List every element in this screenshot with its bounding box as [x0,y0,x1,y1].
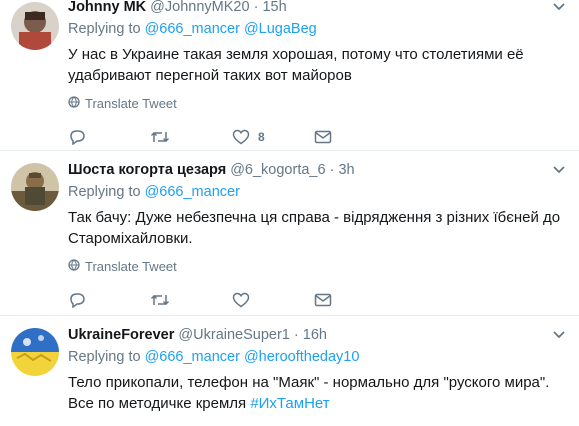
display-name[interactable]: UkraineForever [68,327,174,343]
retweet-button[interactable] [150,292,232,308]
display-name[interactable]: Johnny MK [68,0,146,15]
tweet-text: У нас в Украине такая земля хорошая, пот… [68,44,569,86]
tweet-actions [68,290,569,310]
translate-label[interactable]: Translate Tweet [85,259,177,274]
timestamp[interactable]: 3h [338,162,354,178]
tweet[interactable]: UkraineForever @UkraineSuper1 · 16h Repl… [0,316,579,426]
tweet-body: Так бачу: Дуже небезпечна ця справа - ві… [68,209,561,247]
avatar[interactable] [11,328,59,376]
like-count: 8 [258,130,265,144]
chevron-down-icon[interactable] [553,163,565,177]
reply-icon [68,292,86,308]
envelope-icon [314,130,332,144]
mention-link[interactable]: @heroo​ftheday10 [244,349,360,365]
timestamp[interactable]: 15h [262,0,286,15]
retweet-icon [150,129,170,145]
replying-to-label: Replying to [68,184,141,200]
user-handle[interactable]: @UkraineSuper1 [178,327,289,343]
tweet-text: Так бачу: Дуже небезпечна ця справа - ві… [68,207,569,249]
display-name[interactable]: Шоста когорта цезаря [68,162,226,178]
translate-tweet[interactable]: Translate Tweet [68,96,569,111]
globe-icon [68,259,80,274]
reply-button[interactable] [68,129,150,145]
heart-icon [232,129,250,145]
translate-tweet[interactable]: Translate Tweet [68,259,569,274]
separator-dot: · [329,162,335,178]
reply-button[interactable] [68,292,150,308]
replying-to-label: Replying to [68,349,141,365]
tweet-header: Johnny MK @JohnnyMK20 · 15h [68,0,569,16]
direct-message-button[interactable] [314,293,396,307]
chevron-down-icon[interactable] [553,328,565,342]
timestamp[interactable]: 16h [303,327,327,343]
mention-link[interactable]: @LugaBeg [244,21,317,37]
chevron-down-icon[interactable] [553,0,565,14]
like-button[interactable]: 8 [232,129,314,145]
tweet-header: UkraineForever @UkraineSuper1 · 16h [68,326,569,344]
like-button[interactable] [232,292,314,308]
tweet[interactable]: Johnny MK @JohnnyMK20 · 15h Replying to … [0,0,579,151]
separator-dot: · [293,327,299,343]
mention-link[interactable]: @666_mancer [145,184,240,200]
tweet[interactable]: Шоста когорта цезаря @6_kogorta_6 · 3h R… [0,151,579,316]
hashtag-link[interactable]: #ИхТамНет [250,395,329,412]
retweet-button[interactable] [150,129,232,145]
mention-link[interactable]: @666_mancer [145,349,240,365]
replying-to: Replying to @666_mancer @LugaBeg [68,20,569,38]
replying-to-label: Replying to [68,21,141,37]
tweet-body: У нас в Украине такая земля хорошая, пот… [68,46,524,84]
tweet-actions: 8 [68,127,569,147]
replying-to: Replying to @666_mancer @heroo​ftheday10 [68,348,569,366]
heart-icon [232,292,250,308]
retweet-icon [150,292,170,308]
envelope-icon [314,293,332,307]
replying-to: Replying to @666_mancer [68,183,569,201]
reply-icon [68,129,86,145]
user-handle[interactable]: @JohnnyMK20 [150,0,249,15]
avatar[interactable] [11,163,59,211]
tweet-text: Тело прикопали, телефон на "Маяк" - норм… [68,372,569,414]
tweet-header: Шоста когорта цезаря @6_kogorta_6 · 3h [68,161,569,179]
globe-icon [68,96,80,111]
avatar[interactable] [11,2,59,50]
mention-link[interactable]: @666_mancer [145,21,240,37]
direct-message-button[interactable] [314,130,396,144]
separator-dot: · [253,0,259,15]
translate-label[interactable]: Translate Tweet [85,96,177,111]
user-handle[interactable]: @6_kogorta_6 [230,162,325,178]
